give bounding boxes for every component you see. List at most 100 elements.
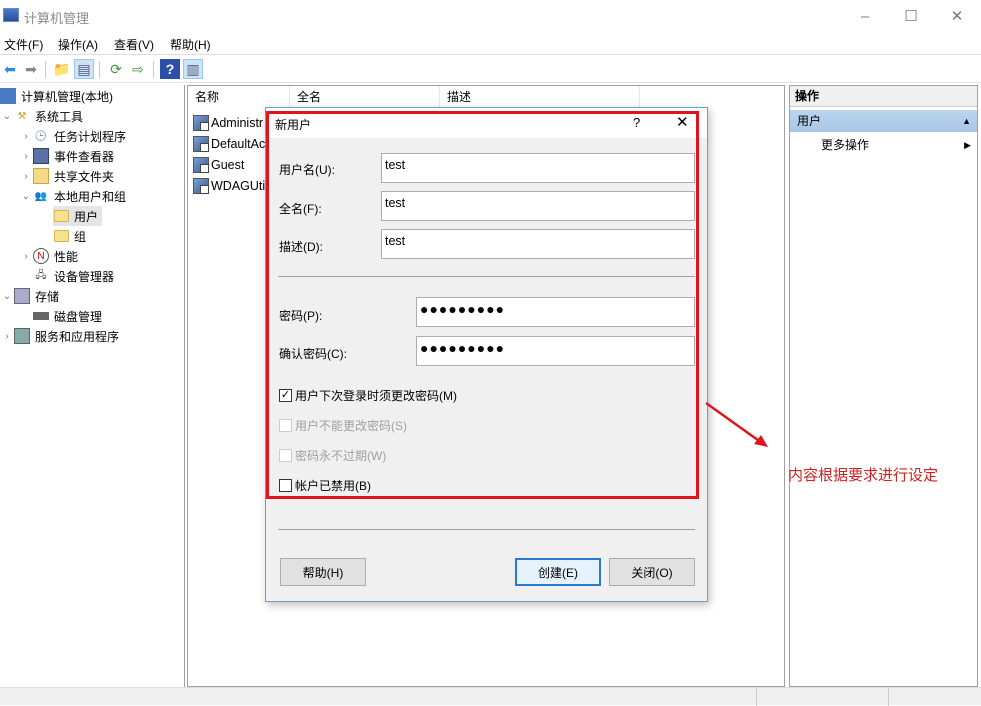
fullname-input[interactable]: test [381,191,695,221]
cannot-change-password-checkbox[interactable]: 用户不能更改密码(S) [279,417,407,434]
list-item[interactable]: WDAGUti [193,175,265,196]
title-bar [0,0,981,32]
toolbar-separator [99,61,100,78]
folder-icon [53,208,69,224]
refresh-icon[interactable]: ⟳ [106,59,126,79]
status-divider [756,688,757,706]
description-label: 描述(D): [279,240,323,254]
menu-action[interactable]: 操作(A) [58,36,98,53]
menu-help[interactable]: 帮助(H) [170,36,211,53]
dialog-title-bar: 新用户 ? ✕ [266,108,707,138]
tree-item-task-scheduler[interactable]: › 🕒 任务计划程序 [19,126,126,146]
password-never-expires-checkbox[interactable]: 密码永不过期(W) [279,447,386,464]
list-item[interactable]: Administr [193,112,263,133]
username-input[interactable]: test [381,153,695,183]
confirm-password-input[interactable]: ●●●●●●●●● [416,336,695,366]
tree-item-system-tools[interactable]: ⌄ ⚒ 系统工具 [0,106,83,126]
status-divider [888,688,889,706]
computer-management-icon [3,8,19,22]
up-folder-icon[interactable]: 📁 [52,59,72,79]
performance-icon: N [33,248,49,264]
tree-item-local-users-groups[interactable]: ⌄ 👥 本地用户和组 [19,186,126,206]
show-hide-action-pane-icon[interactable]: ▥ [183,59,203,79]
username-label: 用户名(U): [279,163,335,177]
tools-icon: ⚒ [17,110,27,122]
close-button[interactable]: ✕ [934,0,980,32]
fullname-label: 全名(F): [279,202,322,216]
dialog-close-button[interactable]: ✕ [676,113,689,131]
list-item[interactable]: DefaultAc [193,133,265,154]
column-header-fullname[interactable]: 全名 [290,86,440,108]
services-icon [14,328,30,344]
chevron-right-icon[interactable]: › [19,151,33,162]
minimize-button[interactable]: – [842,0,888,32]
divider [278,276,695,277]
tree-item-computer-management[interactable]: 计算机管理(本地) [0,86,113,106]
actions-section-users[interactable]: 用户 ▲ [790,110,977,132]
chevron-down-icon[interactable]: ⌄ [0,111,14,122]
list-item[interactable]: Guest [193,154,244,175]
window-title: 计算机管理 [24,11,90,26]
dialog-help-button[interactable]: ? [633,115,640,130]
menu-file[interactable]: 文件(F) [4,36,43,53]
back-icon[interactable]: ⬅ [0,59,20,79]
tree-item-performance[interactable]: › N 性能 [19,246,78,266]
tree-item-event-viewer[interactable]: › 事件查看器 [19,146,114,166]
actions-header: 操作 [790,86,977,107]
annotation-arrow [705,401,768,447]
navigation-tree: 计算机管理(本地) ⌄ ⚒ 系统工具 › 🕒 任务计划程序 › 事件查看器 › … [0,85,185,687]
create-button[interactable]: 创建(E) [515,558,601,586]
status-bar [0,687,981,706]
users-group-icon: 👥 [34,190,48,202]
clock-icon: 🕒 [34,130,48,142]
tree-item-services-applications[interactable]: › 服务和应用程序 [0,326,119,346]
password-input[interactable]: ●●●●●●●●● [416,297,695,327]
tree-item-device-manager[interactable]: 🖧 设备管理器 [33,266,114,286]
maximize-button[interactable]: ☐ [888,0,934,32]
device-manager-icon: 🖧 [35,269,47,281]
storage-icon [14,288,30,304]
tree-item-storage[interactable]: ⌄ 存储 [0,286,59,306]
menu-view[interactable]: 查看(V) [114,36,154,53]
divider [278,529,695,530]
forward-icon[interactable]: ➡ [21,59,41,79]
chevron-right-icon[interactable]: › [19,251,33,262]
submenu-arrow-icon: ▶ [964,140,971,150]
actions-pane: 操作 用户 ▲ 更多操作 ▶ [789,85,978,687]
folder-icon [53,228,69,244]
tree-item-shared-folders[interactable]: › 共享文件夹 [19,166,114,186]
collapse-icon[interactable]: ▲ [962,110,971,132]
description-input[interactable]: test [381,229,695,259]
chevron-right-icon[interactable]: › [19,171,33,182]
user-icon [193,177,209,194]
chevron-down-icon[interactable]: ⌄ [19,191,33,202]
account-disabled-checkbox[interactable]: 帐户已禁用(B) [279,477,371,494]
chevron-right-icon[interactable]: › [19,131,33,142]
user-icon [193,114,209,131]
must-change-password-checkbox[interactable]: ✓ 用户下次登录时须更改密码(M) [279,387,457,404]
checkmark-icon: ✓ [279,389,292,402]
help-button[interactable]: 帮助(H) [280,558,366,586]
close-dialog-button[interactable]: 关闭(O) [609,558,695,586]
annotation-text: 内容根据要求进行设定 [788,467,939,484]
tree-item-disk-management[interactable]: 磁盘管理 [33,306,102,326]
user-icon [193,135,209,152]
checkbox-box [279,479,292,492]
checkbox-box [279,449,292,462]
help-icon[interactable]: ? [160,59,180,79]
checkbox-box [279,419,292,432]
tree-item-groups[interactable]: 组 [53,226,86,246]
chevron-right-icon[interactable]: › [0,331,14,342]
disk-icon [33,312,49,320]
column-header-description[interactable]: 描述 [440,86,640,108]
export-list-icon[interactable]: ⇨ [128,59,148,79]
more-actions-item[interactable]: 更多操作 ▶ [790,134,977,156]
confirm-password-label: 确认密码(C): [279,347,347,361]
new-user-dialog: 新用户 ? ✕ 用户名(U): test 全名(F): test 描述(D): … [265,107,708,602]
tree-item-users[interactable]: 用户 [53,206,103,226]
dialog-title: 新用户 [275,118,312,132]
chevron-down-icon[interactable]: ⌄ [0,291,14,302]
show-hide-tree-icon[interactable]: ▤ [74,59,94,79]
column-header-name[interactable]: 名称 [188,86,290,108]
toolbar-separator [153,61,154,78]
